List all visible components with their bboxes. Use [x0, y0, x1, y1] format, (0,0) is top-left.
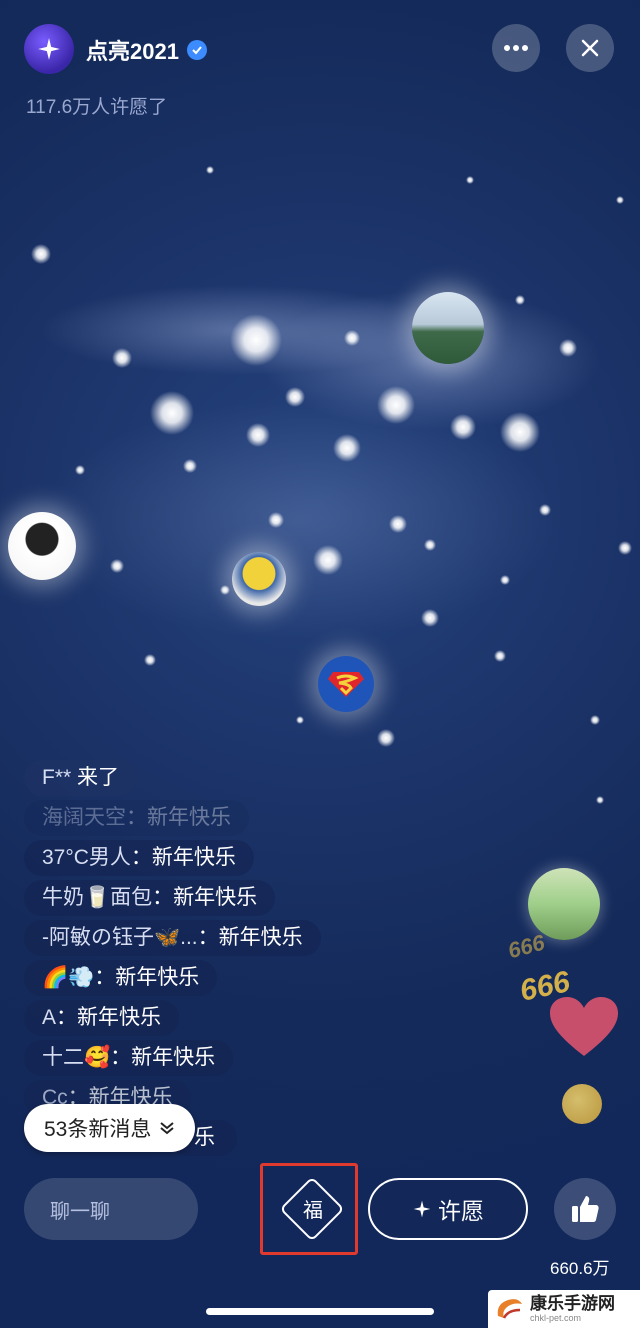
chevron-down-icon [160, 1122, 174, 1135]
thumbs-up-icon [572, 1196, 599, 1222]
close-button[interactable] [566, 24, 614, 72]
chat-separator: ： [94, 966, 116, 989]
chat-separator: ： [152, 886, 174, 909]
chat-message: -阿敏の钰子🦋...：新年快乐 [24, 920, 321, 956]
watermark-url: chkl-pet.com [530, 1313, 582, 1323]
chat-text: 来了 [77, 766, 120, 789]
chat-text: 新年快乐 [173, 886, 258, 909]
chat-separator: ： [197, 926, 219, 949]
user-star-avatar[interactable] [318, 656, 374, 712]
chat-input[interactable]: 聊一聊 [24, 1178, 198, 1240]
wish-label: 许愿 [438, 1198, 484, 1224]
chat-user: 牛奶🥛面包 [42, 886, 153, 909]
title-text: 点亮2021 [86, 39, 179, 64]
chat-separator: ： [56, 1006, 78, 1029]
chat-text: 新年快乐 [151, 846, 236, 869]
chat-message: 37°C男人：新年快乐 [24, 840, 254, 876]
chat-user: 海阔天空 [42, 806, 126, 829]
chat-message: F** 来了 [24, 760, 138, 796]
chat-separator: ： [126, 806, 147, 829]
heart-icon [550, 997, 618, 1056]
user-star-avatar[interactable] [8, 512, 76, 580]
chat-text: 新年快乐 [115, 966, 200, 989]
page-title: 点亮2021 [86, 34, 207, 66]
chat-user: -阿敏の钰子🦋... [42, 926, 198, 949]
user-star-avatar[interactable] [412, 292, 484, 364]
sparkle-icon [38, 38, 60, 60]
chat-user: 十二🥰 [42, 1046, 111, 1069]
close-icon [581, 39, 599, 57]
new-messages-label: 53条新消息 [44, 1118, 152, 1141]
watermark-title: 康乐手游网 [530, 1294, 615, 1313]
chat-text: 乐 [194, 1126, 215, 1149]
chat-user: A [42, 1006, 57, 1029]
chat-message: 🌈💨：新年快乐 [24, 960, 218, 996]
chat-text: 新年快乐 [131, 1046, 216, 1069]
chat-user: 37°C男人 [42, 846, 131, 869]
superman-logo-icon [328, 672, 364, 697]
chat-text: 新年快乐 [77, 1006, 162, 1029]
watermark-logo: 康乐手游网 chkl-pet.com [488, 1290, 640, 1328]
home-indicator[interactable] [206, 1308, 434, 1315]
chat-text: 新年快乐 [147, 806, 231, 829]
chat-separator: ： [130, 846, 152, 869]
fu-label: 福 [303, 1200, 323, 1222]
watermark-icon [497, 1299, 522, 1319]
new-messages-button[interactable]: 53条新消息 [24, 1104, 196, 1152]
chat-text: 新年快乐 [218, 926, 303, 949]
verified-icon [186, 40, 207, 60]
chat-message: 十二🥰：新年快乐 [24, 1040, 234, 1076]
chat-message: 海阔天空：新年快乐 [24, 800, 249, 836]
more-icon [504, 45, 528, 51]
chat-separator: ： [110, 1046, 132, 1069]
wish-button[interactable]: 许愿 [368, 1178, 528, 1240]
user-star-avatar[interactable] [232, 552, 286, 606]
emoji-icon [562, 1084, 602, 1124]
wish-count: 117.6万人许愿了 [26, 97, 168, 118]
chat-message: A：新年快乐 [24, 1000, 180, 1036]
chat-user: 🌈💨 [42, 966, 95, 989]
account-avatar[interactable] [24, 24, 74, 74]
like-button[interactable] [554, 1178, 616, 1240]
chat-user: F** [42, 766, 72, 789]
more-button[interactable] [492, 24, 540, 72]
chat-message: 牛奶🥛面包：新年快乐 [24, 880, 276, 916]
sparkle-icon [413, 1200, 431, 1218]
like-count: 660.6万 [550, 1259, 610, 1278]
chat-input-placeholder: 聊一聊 [50, 1200, 110, 1223]
